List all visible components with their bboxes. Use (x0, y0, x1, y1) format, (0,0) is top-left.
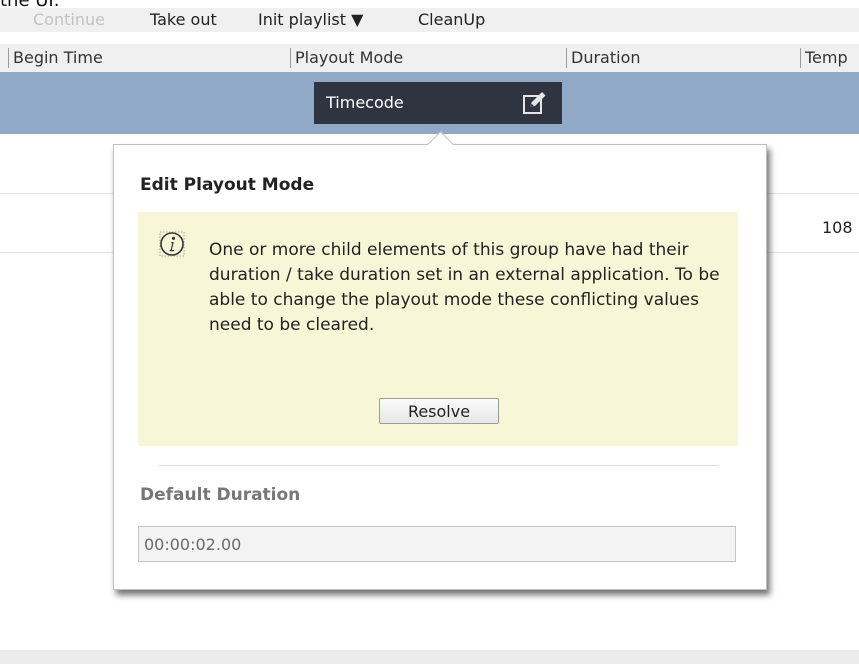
default-duration-label: Default Duration (140, 485, 301, 505)
take-out-button[interactable]: Take out (150, 8, 217, 32)
column-header-begin-time[interactable]: Begin Time (8, 48, 103, 68)
column-header-temp[interactable]: Temp (800, 48, 848, 68)
popup-title: Edit Playout Mode (140, 175, 315, 195)
column-header-row: Begin Time Playout Mode Duration Temp (0, 44, 859, 72)
bottom-band (0, 650, 859, 664)
playout-mode-value: Timecode (326, 93, 404, 112)
toolbar: Continue Take out Init playlist ▼ CleanU… (0, 8, 859, 32)
info-icon (159, 231, 185, 257)
column-header-playout-mode[interactable]: Playout Mode (290, 48, 403, 68)
warning-message: One or more child elements of this group… (209, 240, 720, 335)
init-playlist-button[interactable]: Init playlist ▼ (258, 8, 363, 32)
popup-arrow (427, 131, 454, 158)
continue-button[interactable]: Continue (33, 8, 105, 32)
divider (159, 465, 719, 466)
column-header-duration[interactable]: Duration (566, 48, 641, 68)
playout-mode-cell[interactable]: Timecode (314, 82, 562, 124)
table-cell-value: 108 (822, 218, 853, 237)
edit-playout-mode-popup: Edit Playout Mode One or more child elem… (113, 131, 767, 590)
cleanup-button[interactable]: CleanUp (418, 8, 485, 32)
resolve-button[interactable]: Resolve (379, 398, 499, 424)
warning-box: One or more child elements of this group… (138, 212, 738, 446)
default-duration-field[interactable] (138, 526, 736, 562)
edit-icon[interactable] (522, 90, 548, 116)
